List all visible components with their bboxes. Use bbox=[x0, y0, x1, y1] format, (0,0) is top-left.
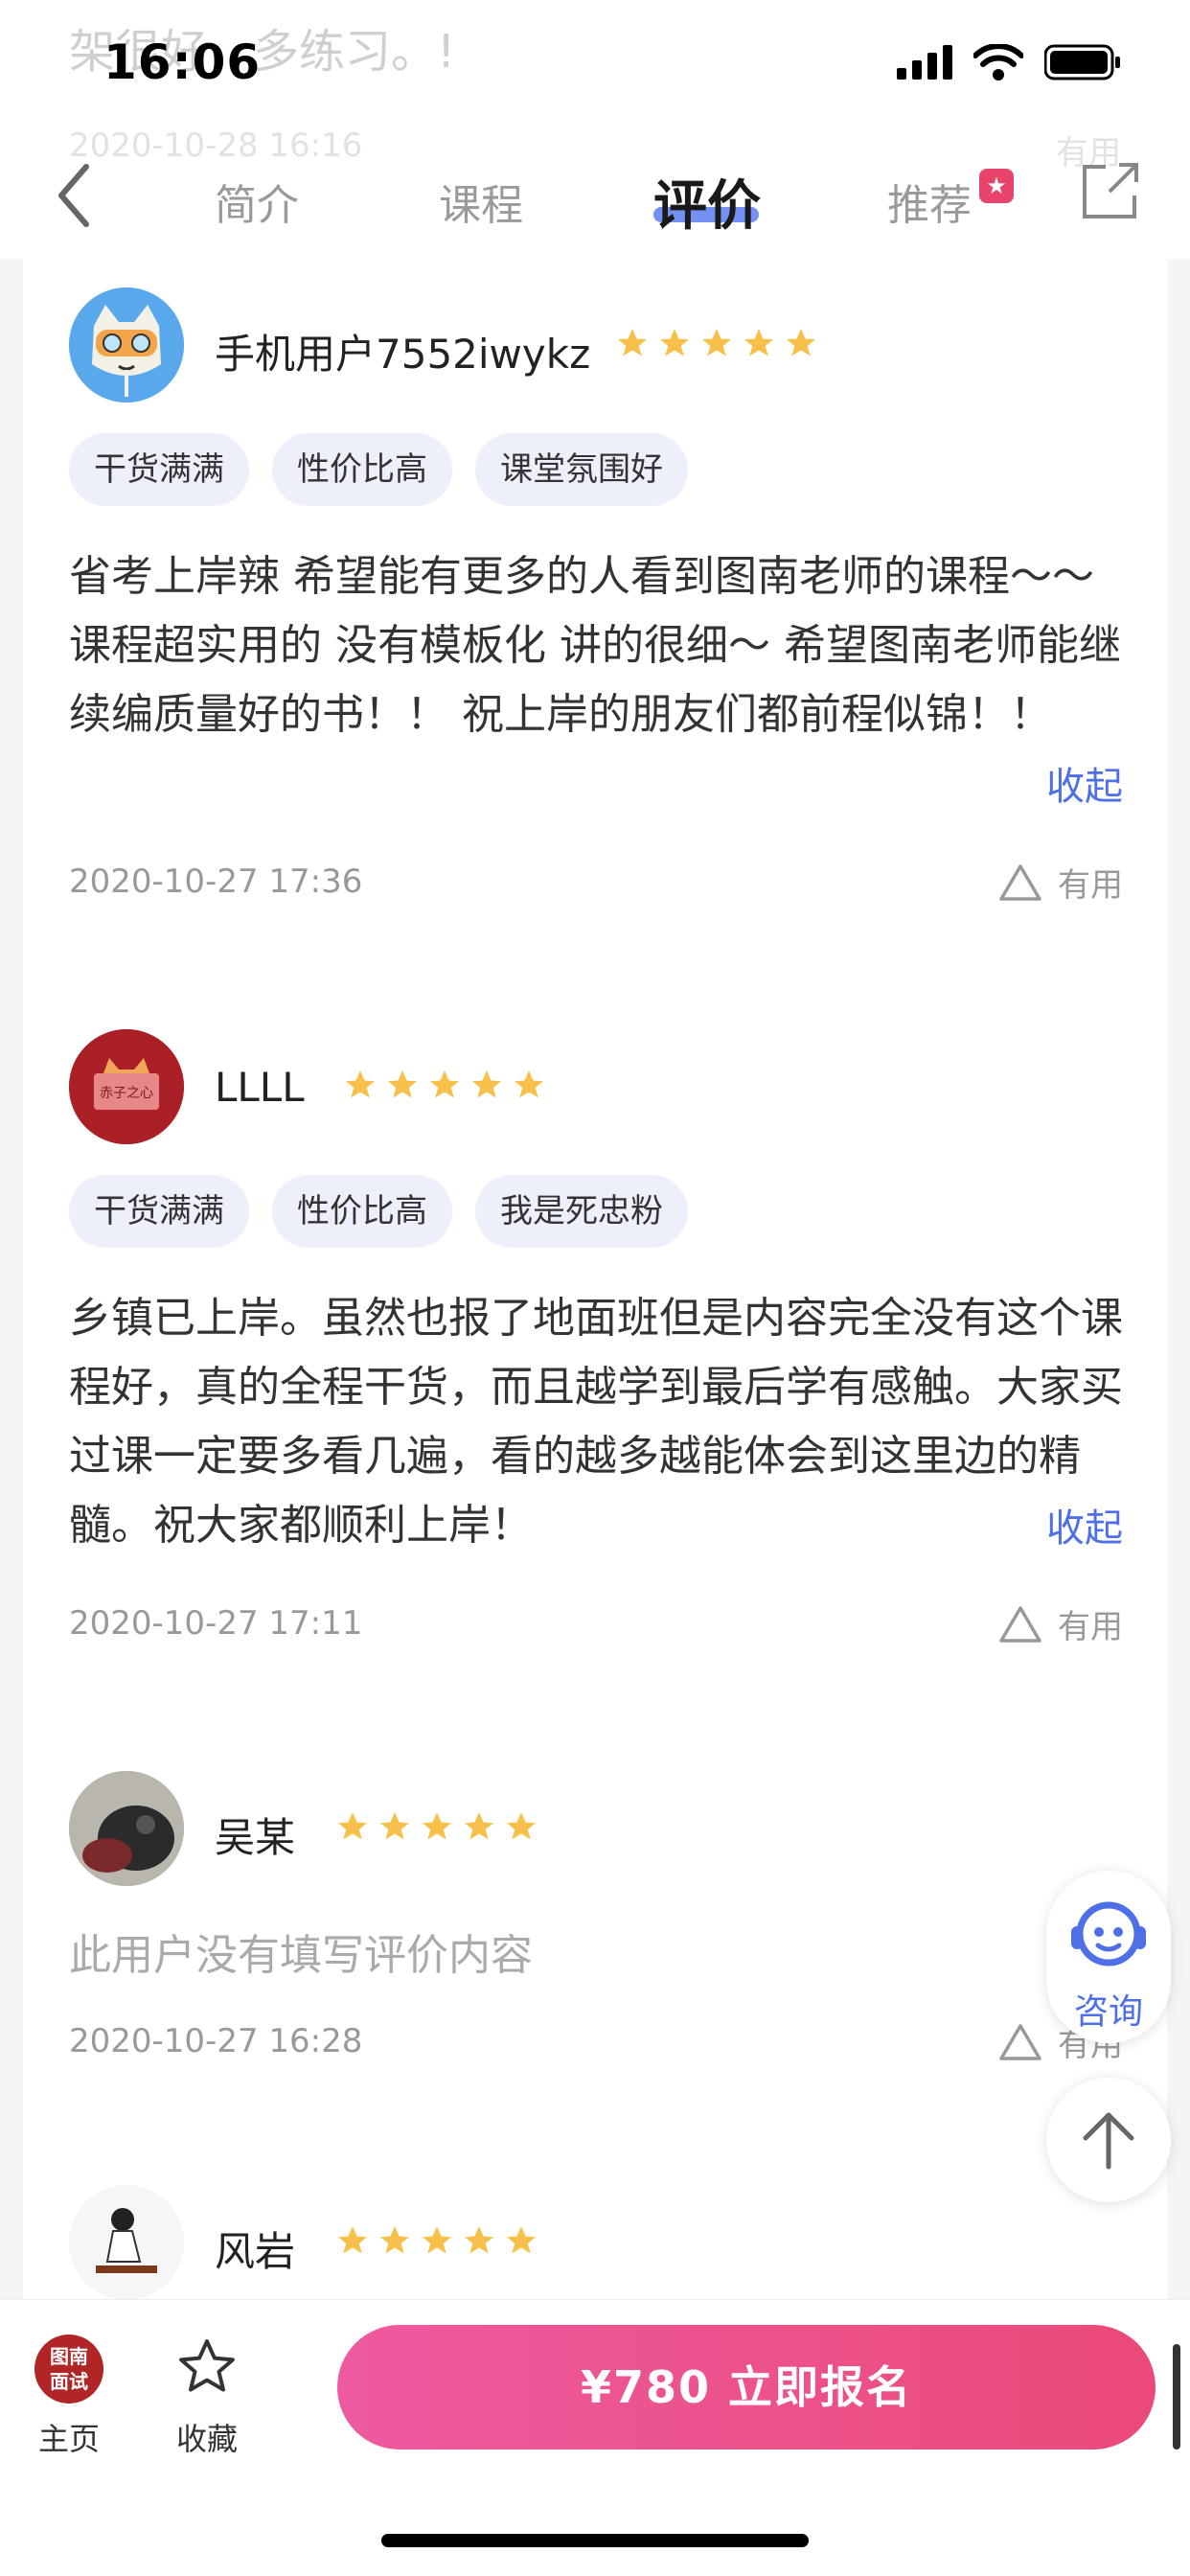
star-icon bbox=[515, 1070, 543, 1098]
star-icon bbox=[423, 1812, 451, 1840]
avatar[interactable] bbox=[69, 288, 184, 402]
rating-stars bbox=[615, 326, 818, 360]
empty-review-text: 此用户没有填写评价内容 bbox=[69, 1931, 533, 1980]
customer-service-icon bbox=[1071, 1901, 1146, 1966]
red-cat-avatar-icon: 赤子之心 bbox=[69, 1029, 184, 1144]
useful-label: 有用 bbox=[1058, 866, 1123, 905]
battery-icon bbox=[1044, 44, 1120, 80]
rating-stars bbox=[335, 2223, 538, 2258]
tab-intro[interactable]: 简介 bbox=[215, 171, 299, 232]
signup-button[interactable]: ¥780 立即报名 bbox=[337, 2325, 1156, 2450]
review-tag: 干货满满 bbox=[69, 433, 249, 506]
review-tag: 干货满满 bbox=[69, 1175, 249, 1248]
home-logo[interactable]: 图南 面试 bbox=[34, 2334, 103, 2404]
star-icon bbox=[787, 329, 815, 356]
favorite-label[interactable]: 收藏 bbox=[176, 2415, 238, 2459]
review-date: 2020-10-27 17:11 bbox=[69, 1604, 363, 1643]
review-username: 风岩 bbox=[215, 2228, 296, 2275]
home-logo-line2: 面试 bbox=[50, 2370, 88, 2393]
avatar[interactable]: 赤子之心 bbox=[69, 1029, 184, 1144]
cellular-signal-icon bbox=[897, 45, 952, 80]
review-username: 手机用户7552iwykz bbox=[215, 331, 591, 378]
review-date: 2020-10-27 16:28 bbox=[69, 2022, 363, 2060]
avatar[interactable] bbox=[69, 2185, 184, 2300]
status-time: 16:06 bbox=[103, 34, 262, 90]
star-icon bbox=[430, 1070, 459, 1098]
useful-button[interactable]: 有用 bbox=[998, 1600, 1123, 1647]
tab-courses[interactable]: 课程 bbox=[439, 171, 523, 232]
useful-button[interactable]: 有用 bbox=[998, 859, 1123, 906]
status-bar: 16:06 bbox=[0, 0, 1190, 126]
star-icon bbox=[465, 1812, 493, 1840]
star-outline-icon[interactable] bbox=[174, 2334, 240, 2400]
star-icon bbox=[346, 1070, 375, 1098]
collapse-link[interactable]: 收起 bbox=[1046, 1497, 1123, 1552]
tab-reviews[interactable]: 评价 bbox=[653, 163, 761, 241]
star-icon bbox=[388, 1070, 417, 1098]
star-icon bbox=[472, 1070, 501, 1098]
star-icon bbox=[380, 1812, 409, 1840]
consult-label: 咨询 bbox=[1073, 1992, 1143, 2032]
back-to-top-button[interactable] bbox=[1046, 2078, 1171, 2202]
star-icon bbox=[660, 329, 689, 356]
review-tag: 性价比高 bbox=[272, 1175, 452, 1248]
star-icon bbox=[507, 2226, 536, 2254]
share-icon[interactable] bbox=[1081, 161, 1140, 220]
avatar[interactable] bbox=[69, 1771, 184, 1886]
recommend-badge-icon: ★ bbox=[979, 169, 1014, 203]
arrow-up-icon bbox=[1083, 2112, 1134, 2170]
review-text: 乡镇已上岸。虽然也报了地面班但是内容完全没有这个课程好，真的全程干货，而且越学到… bbox=[69, 1294, 1123, 1550]
review-text: 省考上岸辣 希望能有更多的人看到图南老师的课程～～课程超实用的 没有模板化 讲的… bbox=[69, 552, 1121, 739]
thumb-triangle-icon bbox=[999, 2023, 1041, 2060]
wifi-icon bbox=[973, 44, 1023, 80]
rating-stars bbox=[335, 1809, 538, 1844]
collapse-link[interactable]: 收起 bbox=[1046, 755, 1123, 811]
home-logo-line1: 图南 bbox=[50, 2345, 88, 2368]
avatar-text: 赤子之心 bbox=[100, 1086, 153, 1101]
star-icon bbox=[380, 2226, 409, 2254]
star-icon bbox=[744, 329, 773, 356]
home-label[interactable]: 主页 bbox=[38, 2415, 100, 2459]
review-date: 2020-10-27 17:36 bbox=[69, 862, 363, 901]
review-tags: 干货满满 性价比高 我是死忠粉 bbox=[69, 1175, 688, 1248]
review-tag: 课堂氛围好 bbox=[475, 433, 688, 506]
review-tag: 我是死忠粉 bbox=[475, 1175, 688, 1248]
consult-button[interactable]: 咨询 bbox=[1046, 1871, 1171, 2043]
ink-figure-avatar-icon bbox=[69, 2185, 184, 2300]
cat-avatar-icon bbox=[69, 288, 184, 402]
home-indicator bbox=[381, 2534, 809, 2547]
rating-stars bbox=[343, 1068, 546, 1102]
star-icon bbox=[507, 1812, 536, 1840]
review-tag: 性价比高 bbox=[272, 433, 452, 506]
star-icon bbox=[423, 2226, 451, 2254]
course-nav-header: 简介 课程 评价 推荐 ★ bbox=[0, 144, 1190, 259]
thumb-triangle-icon bbox=[999, 863, 1041, 901]
star-icon bbox=[338, 2226, 367, 2254]
content-left-edge bbox=[0, 259, 23, 2300]
review-username: 吴某 bbox=[215, 1814, 296, 1861]
useful-label: 有用 bbox=[1058, 1608, 1123, 1646]
star-icon bbox=[702, 329, 731, 356]
star-icon bbox=[618, 329, 647, 356]
review-username: LLLL bbox=[215, 1064, 305, 1111]
photo-avatar-icon bbox=[69, 1771, 184, 1886]
status-icons bbox=[897, 44, 1121, 80]
back-arrow-icon[interactable] bbox=[50, 157, 98, 234]
review-tags: 干货满满 性价比高 课堂氛围好 bbox=[69, 433, 688, 506]
tab-recommend[interactable]: 推荐 bbox=[887, 171, 972, 232]
thumb-triangle-icon bbox=[999, 1605, 1041, 1643]
star-icon bbox=[338, 1812, 367, 1840]
scrollbar[interactable] bbox=[1173, 2344, 1180, 2450]
star-icon bbox=[465, 2226, 493, 2254]
